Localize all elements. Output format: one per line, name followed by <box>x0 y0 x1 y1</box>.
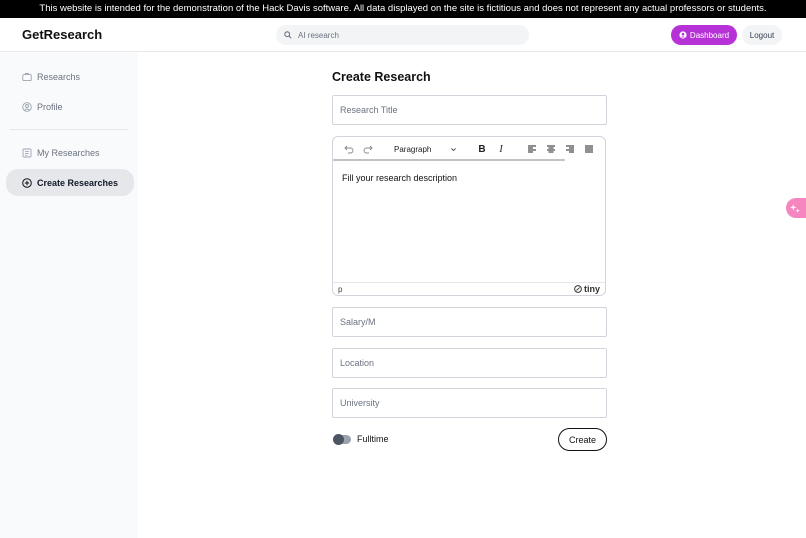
undo-icon[interactable] <box>343 143 355 155</box>
block-format-select[interactable]: Paragraph <box>391 143 459 156</box>
document-list-icon <box>22 148 32 157</box>
toolbar-scrollbar[interactable] <box>333 159 565 161</box>
floating-assistant-button[interactable] <box>786 198 806 218</box>
block-format-label: Paragraph <box>394 145 432 154</box>
sidebar-item-researchs[interactable]: Researchs <box>6 63 134 90</box>
location-field[interactable] <box>332 348 607 378</box>
briefcase-icon <box>22 72 32 81</box>
salary-input[interactable] <box>340 317 606 327</box>
top-header: GetResearch Dashboard Logout <box>0 18 806 52</box>
element-path[interactable]: p <box>338 285 342 294</box>
create-button[interactable]: Create <box>558 428 607 451</box>
search-input[interactable] <box>298 30 518 40</box>
align-left-icon[interactable] <box>526 143 538 155</box>
sidebar-item-label: My Researches <box>37 147 100 158</box>
align-center-icon[interactable] <box>545 143 557 155</box>
rich-text-editor[interactable]: Paragraph B I Fill your research descrip… <box>332 136 606 296</box>
search-bar[interactable] <box>276 25 529 45</box>
editor-content[interactable]: Fill your research description <box>342 173 457 183</box>
sidebar-item-my-researches[interactable]: My Researches <box>6 139 134 166</box>
app-logo[interactable]: GetResearch <box>22 27 102 42</box>
redo-icon[interactable] <box>362 143 374 155</box>
sidebar-item-label: Researchs <box>37 71 81 82</box>
align-right-icon[interactable] <box>564 143 576 155</box>
location-input[interactable] <box>340 358 606 368</box>
plus-circle-icon <box>22 177 32 188</box>
salary-field[interactable] <box>332 307 607 337</box>
user-circle-icon <box>679 31 687 39</box>
tiny-brand-link[interactable]: tiny <box>574 284 600 294</box>
sidebar-item-label: Profile <box>37 101 63 112</box>
university-field[interactable] <box>332 388 607 418</box>
chevron-down-icon <box>451 148 456 152</box>
user-circle-icon <box>22 101 32 112</box>
sidebar-item-label: Create Researches <box>37 177 119 188</box>
sidebar-item-profile[interactable]: Profile <box>6 93 134 120</box>
page-title: Create Research <box>332 70 431 84</box>
research-title-field[interactable] <box>332 95 607 125</box>
toggle-knob <box>333 434 344 445</box>
sidebar-item-create-researches[interactable]: Create Researches <box>6 169 134 196</box>
fulltime-toggle[interactable] <box>333 434 351 445</box>
bold-icon[interactable]: B <box>476 143 488 155</box>
sidebar-divider <box>10 129 128 130</box>
dashboard-button[interactable]: Dashboard <box>671 25 737 45</box>
tiny-logo-icon <box>574 285 582 293</box>
dashboard-label: Dashboard <box>689 30 730 40</box>
sparkle-icon <box>790 203 800 213</box>
research-title-input[interactable] <box>340 105 606 115</box>
sidebar: Researchs Profile My Researches Create R… <box>0 53 138 538</box>
search-icon <box>284 31 292 39</box>
editor-statusbar: p tiny <box>333 282 605 295</box>
fulltime-label: Fulltime <box>357 434 389 444</box>
align-justify-icon[interactable] <box>583 143 595 155</box>
disclaimer-banner: This website is intended for the demonst… <box>0 0 806 18</box>
university-input[interactable] <box>340 398 606 408</box>
tiny-brand-label: tiny <box>583 284 600 294</box>
editor-toolbar: Paragraph B I <box>333 137 605 161</box>
logout-button[interactable]: Logout <box>742 25 782 45</box>
italic-icon[interactable]: I <box>495 143 507 155</box>
